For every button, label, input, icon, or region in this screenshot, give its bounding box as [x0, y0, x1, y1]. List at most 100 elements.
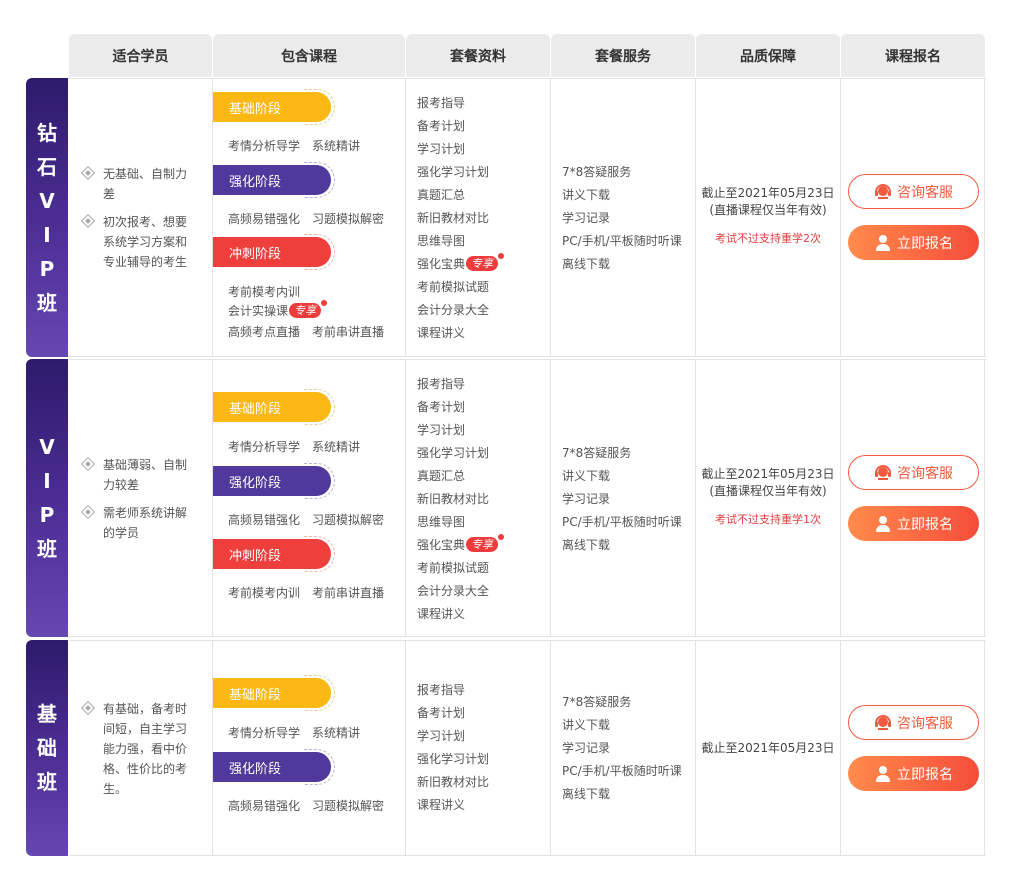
courses-cell: 基础阶段 考情分析导学 系统精讲 强化阶段 高频易错强化 习题模拟解密 冲刺阶段 考…: [213, 360, 406, 636]
material-item: 课程讲义: [417, 326, 466, 340]
exclusive-badge: 专享: [289, 300, 328, 318]
exclusive-badge: 专享: [466, 253, 505, 271]
enroll-button[interactable]: 立即报名: [848, 506, 979, 541]
material-item: 新旧教材对比: [417, 211, 490, 225]
user-icon: [876, 515, 890, 532]
stage-pill-basic: 基础阶段: [213, 675, 335, 711]
student-desc: 初次报考、想要系统学习方案和专业辅导的考生: [103, 215, 188, 269]
course-line: 考情分析导学 系统精讲: [228, 726, 361, 740]
materials-cell: 报考指导 备考计划 学习计划 强化学习计划 真题汇总 新旧教材对比 思维导图 强…: [406, 360, 551, 636]
consult-button[interactable]: 咨询客服: [848, 705, 979, 740]
guarantee-cell: 截止至2021年05月23日 (直播课程仅当年有效) 考试不过支持重学2次: [696, 79, 841, 356]
stage-pill-strengthen: 强化阶段: [213, 463, 335, 499]
materials-cell: 报考指导 备考计划 学习计划 强化学习计划 新旧教材对比 课程讲义: [406, 641, 551, 855]
service-item: 学习记录: [562, 211, 611, 225]
student-desc: 有基础，备考时间短，自主学习能力强，看中价格、性价比的考生。: [103, 702, 188, 796]
material-item: 备考计划: [417, 400, 466, 414]
header-guarantee: 品质保障: [696, 34, 840, 77]
service-item: 讲义下载: [562, 469, 611, 483]
service-item: 离线下载: [562, 257, 611, 271]
service-item: 学习记录: [562, 741, 611, 755]
stage-pill-basic: 基础阶段: [213, 389, 335, 425]
material-item: 学习计划: [417, 729, 466, 743]
material-item: 报考指导: [417, 683, 466, 697]
material-item: 强化学习计划: [417, 752, 490, 766]
header-courses: 包含课程: [213, 34, 405, 77]
plan-row-basic: 基 础 班 有基础，备考时间短，自主学习能力强，看中价格、性价比的考生。 基础阶…: [26, 640, 986, 856]
plan-row-diamond-vip: 钻 石 V I P 班 无基础、自制力差 初次报考、想要系统学习方案和专业辅导的…: [26, 78, 986, 357]
material-item: 真题汇总: [417, 188, 466, 202]
courses-cell: 基础阶段 考情分析导学 系统精讲 强化阶段 高频易错强化 习题模拟解密 冲刺阶段 考…: [213, 79, 406, 356]
course-line: 考前模考内训 考前串讲直播: [228, 586, 385, 600]
service-item: 学习记录: [562, 492, 611, 506]
material-item: 思维导图: [417, 515, 466, 529]
validity-note: (直播课程仅当年有效): [709, 203, 827, 217]
material-item: 强化宝典 专享: [417, 253, 505, 276]
students-cell: 基础薄弱、自制力较差 需老师系统讲解的学员: [69, 360, 213, 636]
headset-icon: [875, 464, 891, 480]
enroll-cell: 咨询客服 立即报名: [841, 641, 985, 855]
header-services: 套餐服务: [551, 34, 695, 77]
headset-icon: [875, 183, 891, 199]
material-item: 课程讲义: [417, 798, 466, 812]
service-item: 讲义下载: [562, 188, 611, 202]
material-item: 考前模拟试题: [417, 280, 490, 294]
materials-cell: 报考指导 备考计划 学习计划 强化学习计划 真题汇总 新旧教材对比 思维导图 强…: [406, 79, 551, 356]
user-icon: [876, 234, 890, 251]
services-cell: 7*8答疑服务 讲义下载 学习记录 PC/手机/平板随时听课 离线下载: [551, 360, 696, 636]
material-item: 新旧教材对比: [417, 775, 490, 789]
retake-policy: 考试不过支持重学2次: [715, 232, 821, 245]
headset-icon: [875, 714, 891, 730]
plan-row-vip: V I P 班 基础薄弱、自制力较差 需老师系统讲解的学员 基础阶段 考情分析导…: [26, 359, 986, 637]
validity-date: 截止至2021年05月23日: [701, 467, 835, 481]
enroll-button[interactable]: 立即报名: [848, 225, 979, 260]
student-desc: 需老师系统讲解的学员: [103, 506, 188, 540]
students-cell: 有基础，备考时间短，自主学习能力强，看中价格、性价比的考生。: [69, 641, 213, 855]
course-line: 高频考点直播 考前串讲直播: [228, 325, 385, 339]
header-materials: 套餐资料: [406, 34, 550, 77]
material-item: 强化宝典 专享: [417, 534, 505, 557]
course-line: 高频易错强化 习题模拟解密: [228, 212, 385, 226]
course-line: 会计实操课 专享: [228, 300, 328, 319]
material-item: 新旧教材对比: [417, 492, 490, 506]
enroll-button[interactable]: 立即报名: [848, 756, 979, 791]
service-item: 离线下载: [562, 787, 611, 801]
plan-label: V I P 班: [26, 359, 68, 637]
plan-label: 钻 石 V I P 班: [26, 78, 68, 357]
course-line: 高频易错强化 习题模拟解密: [228, 799, 385, 813]
enroll-cell: 咨询客服 立即报名: [841, 360, 985, 636]
material-item: 会计分录大全: [417, 303, 490, 317]
consult-button[interactable]: 咨询客服: [848, 174, 979, 209]
material-item: 考前模拟试题: [417, 561, 490, 575]
material-item: 报考指导: [417, 96, 466, 110]
student-desc: 基础薄弱、自制力较差: [103, 458, 188, 492]
material-item: 课程讲义: [417, 607, 466, 621]
services-cell: 7*8答疑服务 讲义下载 学习记录 PC/手机/平板随时听课 离线下载: [551, 79, 696, 356]
material-item: 会计分录大全: [417, 584, 490, 598]
service-item: 7*8答疑服务: [562, 695, 632, 709]
student-desc: 无基础、自制力差: [103, 167, 188, 201]
plan-label: 基 础 班: [26, 640, 68, 856]
stage-pill-strengthen: 强化阶段: [213, 162, 335, 198]
header-enroll: 课程报名: [841, 34, 985, 77]
material-item: 备考计划: [417, 706, 466, 720]
material-item: 强化学习计划: [417, 165, 490, 179]
validity-note: (直播课程仅当年有效): [709, 484, 827, 498]
material-item: 报考指导: [417, 377, 466, 391]
service-item: 讲义下载: [562, 718, 611, 732]
diamond-bullet-icon: [80, 700, 96, 716]
material-item: 备考计划: [417, 119, 466, 133]
exclusive-badge: 专享: [466, 534, 505, 552]
service-item: PC/手机/平板随时听课: [562, 764, 682, 778]
validity-date: 截止至2021年05月23日: [701, 741, 835, 755]
course-line: 考情分析导学 系统精讲: [228, 440, 361, 454]
material-item: 真题汇总: [417, 469, 466, 483]
material-item: 学习计划: [417, 423, 466, 437]
consult-button[interactable]: 咨询客服: [848, 455, 979, 490]
material-item: 学习计划: [417, 142, 466, 156]
service-item: 7*8答疑服务: [562, 446, 632, 460]
retake-policy: 考试不过支持重学1次: [715, 513, 821, 526]
diamond-bullet-icon: [80, 213, 96, 229]
table-header: 适合学员 包含课程 套餐资料 套餐服务 品质保障 课程报名: [69, 34, 986, 77]
service-item: PC/手机/平板随时听课: [562, 515, 682, 529]
